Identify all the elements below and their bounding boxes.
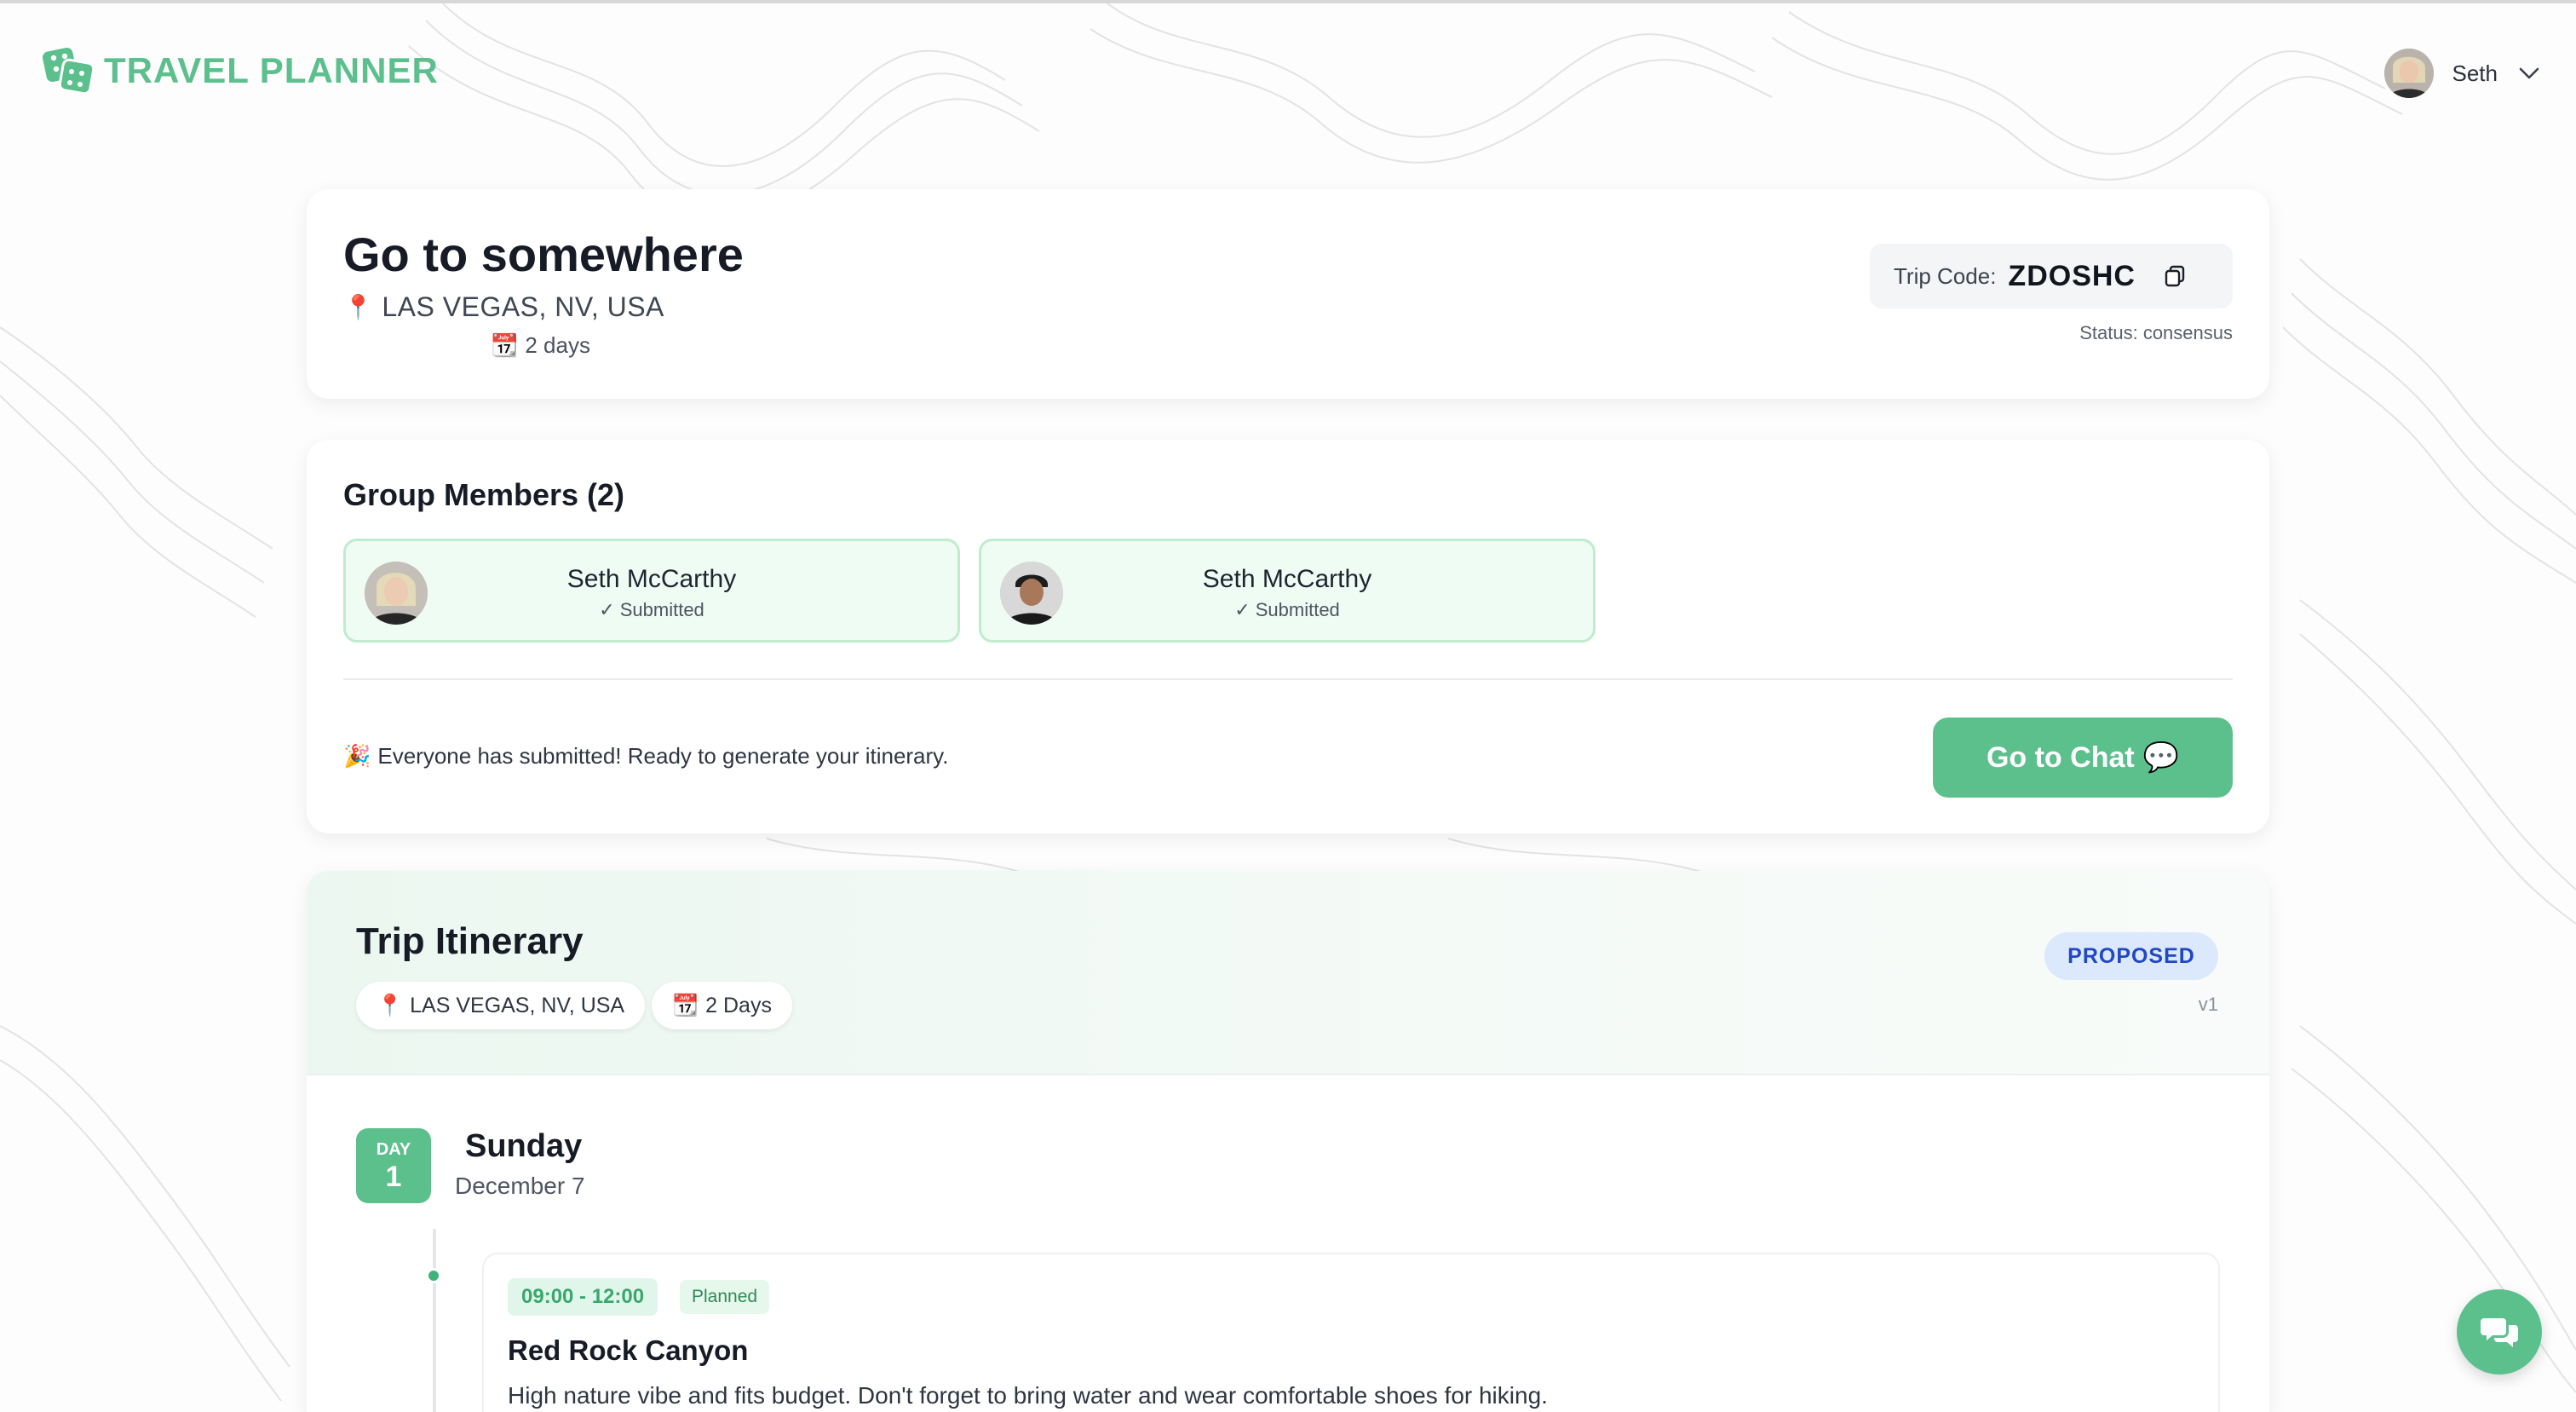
member-status: ✓ Submitted — [1234, 599, 1340, 620]
top-navbar: TRAVEL PLANNER Seth — [0, 3, 2576, 140]
brand-logo[interactable]: TRAVEL PLANNER — [43, 44, 439, 97]
chat-fab-button[interactable] — [2457, 1289, 2542, 1375]
chevron-down-icon[interactable] — [2516, 61, 2542, 86]
speech-bubble-icon: 💬 — [2142, 741, 2180, 774]
divider — [343, 678, 2233, 680]
member-card: Seth McCarthy ✓ Submitted — [343, 539, 960, 643]
calendar-icon: 📆 — [491, 332, 519, 358]
dice-icon — [43, 47, 95, 95]
activity-state-badge: Planned — [680, 1280, 770, 1314]
trip-code-value: ZDOSHC — [2008, 259, 2136, 292]
trip-code-box: Trip Code: ZDOSHC — [1870, 244, 2233, 308]
location-chip-text: LAS VEGAS, NV, USA — [410, 993, 625, 1017]
pin-icon: 📍 — [343, 294, 374, 320]
itinerary-header: Trip Itinerary 📍 LAS VEGAS, NV, USA 📆 2 … — [307, 871, 2269, 1075]
location-chip: 📍 LAS VEGAS, NV, USA — [356, 982, 646, 1029]
member-card: Seth McCarthy ✓ Submitted — [979, 539, 1596, 643]
day-label: DAY — [376, 1140, 411, 1159]
member-status: ✓ Submitted — [599, 599, 704, 620]
user-menu[interactable]: Seth — [2383, 48, 2543, 99]
trip-title: Go to somewhere — [343, 228, 744, 281]
trip-location: 📍 LAS VEGAS, NV, USA — [343, 291, 664, 323]
go-to-chat-button[interactable]: Go to Chat 💬 — [1933, 718, 2233, 798]
calendar-icon: 📆 — [672, 993, 699, 1017]
trip-status: Status: consensus — [2079, 322, 2233, 343]
user-avatar — [2383, 49, 2434, 98]
member-name: Seth McCarthy — [1202, 565, 1372, 593]
day-number: 1 — [385, 1161, 402, 1193]
status-badge: PROPOSED — [2044, 932, 2218, 980]
members-title: Group Members (2) — [343, 477, 625, 512]
activity-name: Red Rock Canyon — [508, 1334, 749, 1366]
trip-duration-text: 2 days — [525, 332, 590, 358]
version-label: v1 — [2198, 994, 2218, 1015]
trip-location-text: LAS VEGAS, NV, USA — [382, 291, 664, 322]
trip-itinerary-card: Trip Itinerary 📍 LAS VEGAS, NV, USA 📆 2 … — [307, 871, 2269, 1412]
ready-message-text: Everyone has submitted! Ready to generat… — [377, 743, 949, 769]
chat-button-label: Go to Chat — [1986, 741, 2135, 774]
timeline-line — [433, 1229, 436, 1412]
group-members-card: Group Members (2) Seth McCarthy ✓ Submit… — [307, 440, 2269, 833]
avatar-icon — [2383, 49, 2434, 98]
activity-description: High nature vibe and fits budget. Don't … — [508, 1382, 1548, 1409]
timeline-dot — [426, 1268, 441, 1283]
days-chip-text: 2 Days — [705, 993, 772, 1017]
app-window: TRAVEL PLANNER Seth Go to somewhere 📍 LA… — [0, 0, 2576, 1412]
brand-name: TRAVEL PLANNER — [104, 50, 439, 90]
activity-time: 09:00 - 12:00 — [508, 1278, 658, 1316]
day-weekday: Sunday — [465, 1128, 583, 1164]
trip-summary-card: Go to somewhere 📍 LAS VEGAS, NV, USA 📆 2… — [307, 189, 2269, 399]
member-name: Seth McCarthy — [566, 565, 737, 593]
user-name: Seth — [2452, 60, 2498, 86]
ready-message: 🎉 Everyone has submitted! Ready to gener… — [343, 743, 948, 769]
party-popper-icon: 🎉 — [343, 743, 371, 769]
trip-duration: 📆 2 days — [491, 332, 590, 359]
trip-code-label: Trip Code: — [1894, 262, 1997, 289]
chat-bubbles-icon — [2481, 1318, 2518, 1347]
days-chip: 📆 2 Days — [652, 982, 792, 1029]
pin-icon: 📍 — [377, 993, 404, 1017]
day-badge: DAY 1 — [356, 1128, 431, 1203]
itinerary-title: Trip Itinerary — [356, 920, 584, 962]
copy-icon[interactable] — [2163, 264, 2187, 288]
activity-card[interactable]: 09:00 - 12:00 Planned Red Rock Canyon Hi… — [482, 1253, 2220, 1412]
day-date: December 7 — [455, 1173, 585, 1199]
